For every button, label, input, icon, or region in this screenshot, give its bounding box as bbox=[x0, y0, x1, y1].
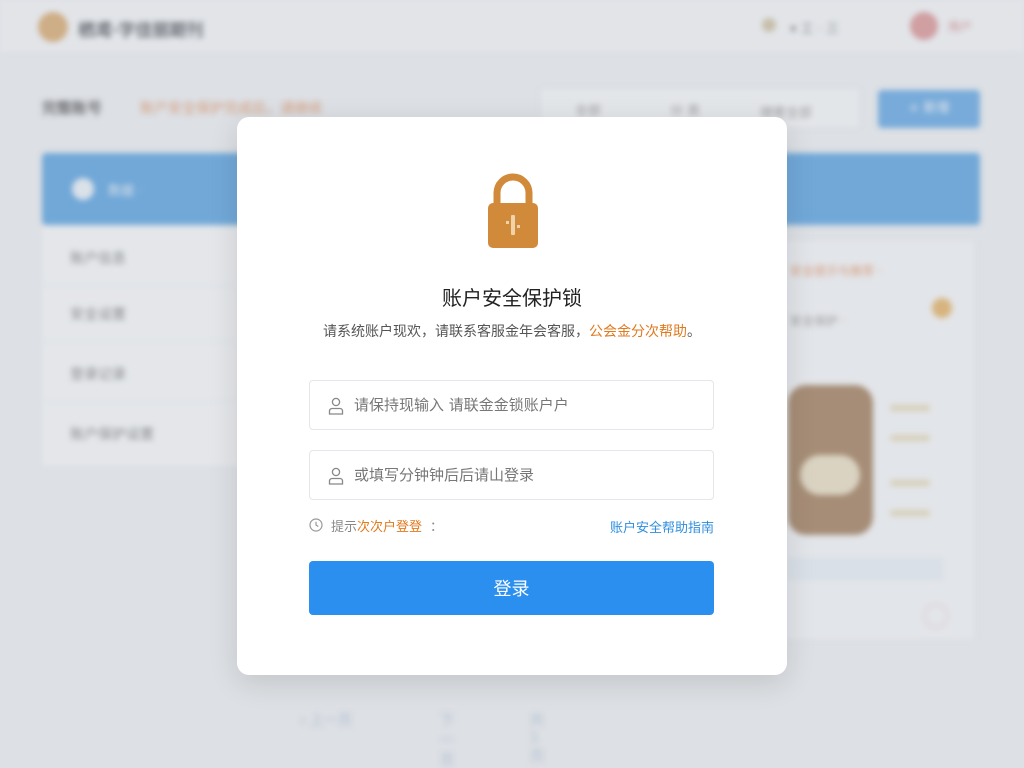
subtitle-end: 。 bbox=[687, 324, 701, 340]
help-link[interactable]: 公会金分次帮助 bbox=[589, 324, 687, 340]
subtitle-text: 请系统账户现欢，请联系客服金年会客服， bbox=[323, 324, 589, 340]
lock-icon bbox=[488, 173, 538, 248]
remember-label: 提示 bbox=[331, 519, 358, 535]
login-button[interactable]: 登录 bbox=[309, 561, 714, 615]
remember-option[interactable]: 提示 次次户登登 ： bbox=[309, 517, 444, 535]
remember-colon: ： bbox=[430, 519, 444, 535]
help-guide-link[interactable]: 账户安全帮助指南 bbox=[609, 517, 714, 536]
clock-icon bbox=[309, 518, 323, 532]
account-field[interactable] bbox=[309, 380, 714, 430]
user-icon bbox=[328, 397, 344, 415]
code-field[interactable] bbox=[309, 450, 714, 500]
account-lock-dialog: 账户安全保护锁 请系统账户现欢，请联系客服金年会客服，公会金分次帮助。 提示次次… bbox=[237, 117, 787, 675]
code-input[interactable] bbox=[354, 451, 704, 499]
dialog-subtitle: 请系统账户现欢，请联系客服金年会客服，公会金分次帮助。 bbox=[237, 321, 787, 341]
user-icon bbox=[328, 467, 344, 485]
dialog-title: 账户安全保护锁 bbox=[442, 286, 582, 310]
account-input[interactable] bbox=[354, 381, 704, 429]
remember-highlight: 次次户登登 bbox=[357, 519, 423, 535]
